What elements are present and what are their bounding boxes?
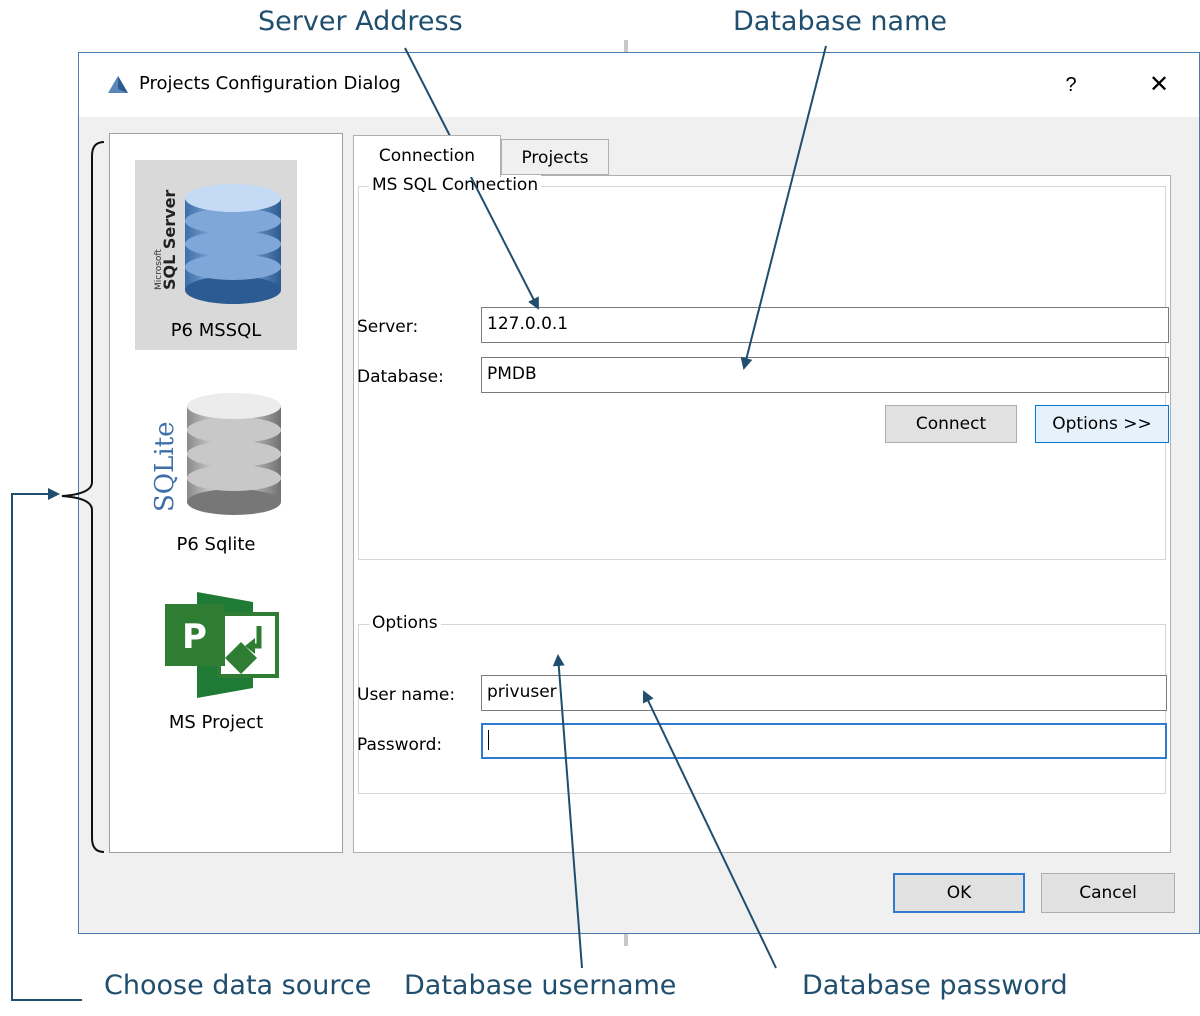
- projects-configuration-dialog: Projects Configuration Dialog ? ✕ Micros…: [78, 52, 1200, 934]
- data-source-list: Microsoft SQL Server P6 MSSQL SQLite P6 …: [109, 133, 343, 853]
- app-icon: [107, 75, 129, 100]
- password-input[interactable]: [481, 723, 1167, 759]
- server-label: Server:: [357, 317, 419, 337]
- database-input[interactable]: PMDB: [481, 357, 1169, 393]
- title-bar[interactable]: Projects Configuration Dialog ? ✕: [79, 53, 1199, 117]
- connect-button[interactable]: Connect: [885, 405, 1017, 443]
- annotation-database-name: Database name: [733, 6, 947, 37]
- source-label: P6 Sqlite: [176, 534, 256, 555]
- help-button[interactable]: ?: [1035, 65, 1107, 105]
- server-input[interactable]: 127.0.0.1: [481, 307, 1169, 343]
- username-input[interactable]: privuser: [481, 675, 1167, 711]
- password-label: Password:: [357, 735, 443, 755]
- background-window-edge: [624, 934, 628, 946]
- tab-connection[interactable]: Connection: [353, 135, 501, 177]
- group-title: MS SQL Connection: [369, 175, 542, 195]
- svg-text:P: P: [182, 617, 207, 657]
- username-label: User name:: [357, 685, 456, 705]
- annotation-server-address: Server Address: [258, 6, 463, 37]
- group-title: Options: [369, 613, 441, 633]
- options-button[interactable]: Options >>: [1035, 405, 1169, 443]
- source-label: P6 MSSQL: [170, 320, 262, 341]
- ok-button[interactable]: OK: [893, 873, 1025, 913]
- annotation-choose-source: Choose data source: [104, 970, 372, 1001]
- ms-project-icon: P: [165, 592, 279, 698]
- text-caret: [488, 730, 489, 750]
- sqlite-database-icon: SQLite: [150, 393, 281, 515]
- sql-server-database-icon: Microsoft SQL Server: [154, 184, 281, 304]
- source-label: MS Project: [168, 712, 264, 733]
- dialog-title: Projects Configuration Dialog: [139, 73, 401, 94]
- close-button[interactable]: ✕: [1123, 65, 1195, 105]
- source-item-p6-mssql[interactable]: Microsoft SQL Server P6 MSSQL: [135, 160, 297, 350]
- ms-sql-connection-group: MS SQL Connection Server: 127.0.0.1 Data…: [357, 175, 1169, 560]
- options-group: Options User name: privuser Password:: [357, 613, 1167, 794]
- database-label: Database:: [357, 367, 444, 387]
- svg-text:SQL Server: SQL Server: [160, 190, 179, 290]
- annotation-db-username: Database username: [404, 970, 677, 1001]
- cancel-button[interactable]: Cancel: [1041, 873, 1175, 913]
- svg-text:SQLite: SQLite: [150, 421, 180, 512]
- tab-projects[interactable]: Projects: [501, 139, 609, 175]
- connection-tab-page: MS SQL Connection Server: 127.0.0.1 Data…: [353, 175, 1171, 853]
- source-item-ms-project[interactable]: P MS Project: [135, 590, 297, 770]
- annotation-db-password: Database password: [802, 970, 1068, 1001]
- source-item-p6-sqlite[interactable]: SQLite P6 Sqlite: [135, 370, 297, 560]
